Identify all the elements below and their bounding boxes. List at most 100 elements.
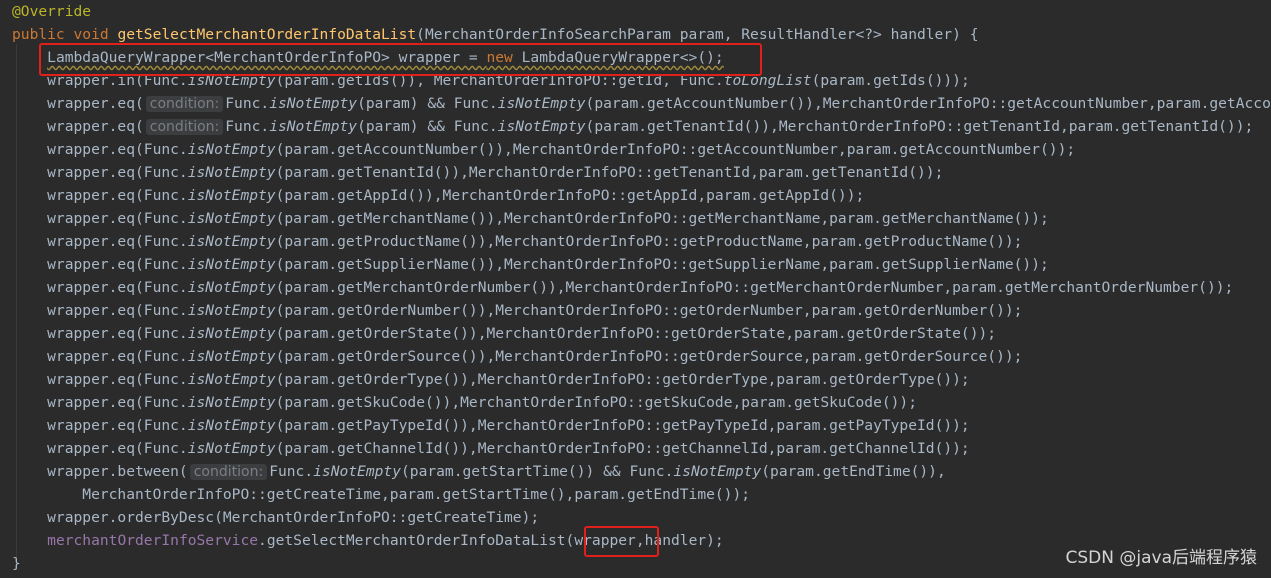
code-token: (param.getSupplierName()),MerchantOrderI… [275,256,1049,273]
code-token: (param.getAccountNumber()),MerchantOrder… [275,141,1076,158]
code-token: isNotEmpty [187,325,276,342]
code-token: wrapper.eq(Func. [12,279,188,296]
code-token: } [12,555,21,572]
code-token: (param.getOrderType()),MerchantOrderInfo… [275,371,970,388]
code-token: wrapper.eq(Func. [12,371,188,388]
code-token: (param.getOrderSource()),MerchantOrderIn… [275,348,1023,365]
code-line[interactable]: wrapper.eq(Func.isNotEmpty(param.getSupp… [12,253,1049,276]
code-line[interactable]: wrapper.eq(Func.isNotEmpty(param.getOrde… [12,322,996,345]
code-editor[interactable]: @Override public void getSelectMerchantOr… [0,0,1271,578]
code-token: isNotEmpty [187,256,276,273]
code-token: isNotEmpty [187,371,276,388]
code-token: isNotEmpty [187,187,276,204]
code-token: isNotEmpty [187,210,276,227]
code-token: (param) && Func. [357,95,498,112]
code-token: (param.getOrderNumber()),MerchantOrderIn… [275,302,1023,319]
code-line[interactable]: wrapper.eq(Func.isNotEmpty(param.getOrde… [12,368,970,391]
code-line[interactable]: wrapper.eq(Func.isNotEmpty(param.getOrde… [12,345,1022,368]
code-token: wrapper.eq( [12,95,144,112]
code-token: new [486,49,522,66]
code-token: wrapper.orderByDesc(MerchantOrderInfoPO:… [12,509,540,526]
parameter-hint: condition: [189,464,268,480]
code-token: (param.getMerchantOrderNumber()),Merchan… [275,279,1234,296]
code-token: isNotEmpty [187,164,276,181]
code-token: isNotEmpty [187,72,276,89]
code-line[interactable]: wrapper.eq(Func.isNotEmpty(param.getMerc… [12,276,1233,299]
code-token: Func. [225,95,270,112]
code-token: (param.getAccountNumber()),MerchantOrder… [585,95,1271,112]
parameter-hint: condition: [145,119,224,135]
code-token: isNotEmpty [187,440,276,457]
code-line[interactable]: wrapper.eq(condition: Func.isNotEmpty(par… [12,115,1253,138]
code-token: isNotEmpty [497,95,586,112]
code-line[interactable]: wrapper.eq(Func.isNotEmpty(param.getOrde… [12,299,1022,322]
code-token: isNotEmpty [673,463,762,480]
code-line[interactable]: wrapper.eq(Func.isNotEmpty(param.getChan… [12,437,970,460]
code-token: (param.getSkuCode()),MerchantOrderInfoPO… [275,394,918,411]
code-token: wrapper.in(Func. [12,72,188,89]
code-token: ,handler); [635,532,724,549]
code-line[interactable]: wrapper.eq(Func.isNotEmpty(param.getProd… [12,230,1022,253]
code-token: (param.getMerchantName()),MerchantOrderI… [275,210,1049,227]
code-token: .getSelectMerchantOrderInfoDataList( [258,532,575,549]
code-token: wrapper.eq(Func. [12,187,188,204]
code-line[interactable]: public void getSelectMerchantOrderInfoDa… [12,23,979,46]
code-token: MerchantOrderInfoPO::getCreateTime,param… [12,486,751,503]
code-line[interactable]: wrapper.eq(Func.isNotEmpty(param.getMerc… [12,207,1049,230]
code-token: (MerchantOrderInfoSearchParam param, Res… [416,26,979,43]
code-token: wrapper.between( [12,463,188,480]
csdn-watermark: CSDN @java后端程序猿 [1065,548,1258,568]
code-token: isNotEmpty [187,279,276,296]
code-line[interactable]: wrapper.orderByDesc(MerchantOrderInfoPO:… [12,506,539,529]
code-token: (param.getChannelId()),MerchantOrderInfo… [275,440,970,457]
code-token: wrapper.eq(Func. [12,141,188,158]
code-token: (param.getTenantId()),MerchantOrderInfoP… [275,164,944,181]
code-token: wrapper.eq(Func. [12,256,188,273]
code-token: getSelectMerchantOrderInfoDataList [117,26,417,43]
code-token: (param.getOrderState()),MerchantOrderInf… [275,325,997,342]
code-line[interactable]: wrapper.eq(Func.isNotEmpty(param.getAcco… [12,138,1075,161]
code-token: isNotEmpty [497,118,586,135]
code-token: (param.getIds()), MerchantOrderInfoPO::g… [275,72,724,89]
code-line[interactable]: merchantOrderInfoService.getSelectMercha… [12,529,724,552]
code-token: isNotEmpty [187,348,276,365]
code-token: wrapper.eq(Func. [12,233,188,250]
code-token: wrapper.eq( [12,118,144,135]
code-token: (param.getAppId()),MerchantOrderInfoPO::… [275,187,865,204]
code-line[interactable]: wrapper.eq(Func.isNotEmpty(param.getAppI… [12,184,864,207]
code-token: wrapper.eq(Func. [12,210,188,227]
code-line[interactable]: wrapper.in(Func.isNotEmpty(param.getIds(… [12,69,970,92]
code-token: isNotEmpty [269,95,358,112]
code-line[interactable]: wrapper.eq(Func.isNotEmpty(param.getPayT… [12,414,970,437]
code-line[interactable]: wrapper.between(condition: Func.isNotEmpt… [12,460,946,483]
code-token: wrapper.eq(Func. [12,394,188,411]
code-token: (param.getTenantId()),MerchantOrderInfoP… [585,118,1254,135]
code-token: wrapper.eq(Func. [12,348,188,365]
code-token: (param.getProductName()),MerchantOrderIn… [275,233,1023,250]
code-token: wrapper.eq(Func. [12,440,188,457]
code-token: (param.getPayTypeId()),MerchantOrderInfo… [275,417,970,434]
code-token: wrapper.eq(Func. [12,302,188,319]
code-token: (param.getEndTime()), [761,463,946,480]
code-token: Func. [269,463,314,480]
code-token: wrapper.eq(Func. [12,325,188,342]
code-token: toLongList [723,72,812,89]
code-line[interactable]: @Override [12,0,91,23]
code-token: isNotEmpty [187,233,276,250]
code-token: (param) && Func. [357,118,498,135]
code-token: LambdaQueryWrapper<>(); [521,49,724,66]
code-token: isNotEmpty [187,302,276,319]
code-line[interactable]: wrapper.eq(Func.isNotEmpty(param.getTena… [12,161,943,184]
code-token: wrapper.eq(Func. [12,164,188,181]
code-line[interactable]: wrapper.eq(condition: Func.isNotEmpty(par… [12,92,1271,115]
code-line[interactable]: wrapper.eq(Func.isNotEmpty(param.getSkuC… [12,391,917,414]
code-token: LambdaQueryWrapper<MerchantOrderInfoPO> … [47,49,487,66]
code-token: (param.getIds())); [811,72,970,89]
code-line[interactable]: } [12,552,21,575]
code-line[interactable]: MerchantOrderInfoPO::getCreateTime,param… [12,483,750,506]
code-token: merchantOrderInfoService [47,532,259,549]
code-token: isNotEmpty [313,463,401,480]
code-line[interactable]: LambdaQueryWrapper<MerchantOrderInfoPO> … [12,46,724,69]
